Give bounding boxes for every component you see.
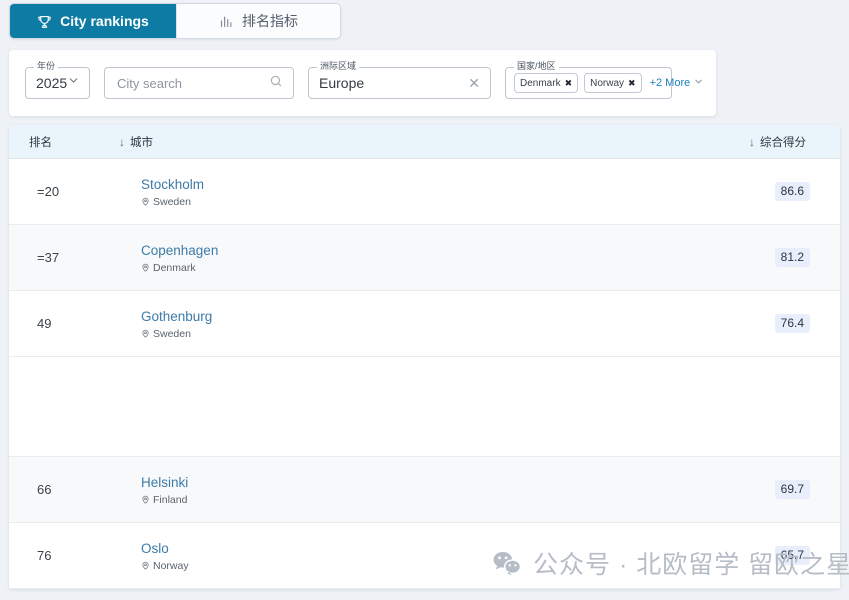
rankings-table: 排名 ↓ 城市 ↓ 综合得分 =20 Stockholm Sweden 86.6… [9, 125, 840, 589]
country-chip-norway[interactable]: Norway ✖ [584, 73, 642, 93]
cell-score: 69.7 [705, 480, 840, 499]
sort-descending-icon: ↓ [119, 134, 125, 149]
city-country: Finland [141, 494, 705, 506]
year-select[interactable]: 年份 2025 [25, 61, 90, 99]
tab-city-rankings[interactable]: City rankings [10, 4, 176, 38]
cell-city: Copenhagen Denmark [119, 242, 705, 274]
city-link[interactable]: Stockholm [141, 176, 705, 194]
table-row[interactable]: =20 Stockholm Sweden 86.6 [9, 159, 840, 225]
location-pin-icon [141, 263, 150, 272]
filter-bar: 年份 2025 洲际区域 Europe ✕ 国家/地区 Denmark ✖ No… [9, 50, 716, 116]
location-pin-icon [141, 329, 150, 338]
close-icon[interactable]: ✕ [468, 76, 480, 90]
bar-chart-icon [219, 14, 234, 29]
city-link[interactable]: Copenhagen [141, 242, 705, 260]
city-country: Sweden [141, 196, 705, 208]
remove-icon[interactable]: ✖ [628, 78, 636, 89]
cell-rank: =37 [37, 250, 60, 265]
city-country: Sweden [141, 328, 705, 340]
location-pin-icon [141, 495, 150, 504]
region-select-legend: 洲际区域 [317, 61, 360, 71]
cell-rank: 66 [37, 482, 52, 497]
column-header-score-label: 综合得分 [760, 136, 806, 149]
cell-score: 65.7 [705, 546, 840, 565]
year-select-legend: 年份 [34, 61, 59, 71]
country-more-label: +2 More [649, 77, 691, 89]
tab-ranking-indicators-label: 排名指标 [242, 13, 298, 29]
country-label: Sweden [153, 195, 191, 208]
year-select-value: 2025 [36, 75, 68, 91]
chevron-down-icon [693, 76, 704, 90]
country-select[interactable]: 国家/地区 Denmark ✖ Norway ✖ +2 More [505, 61, 702, 99]
cell-rank: 76 [37, 548, 52, 563]
country-chip-norway-label: Norway [590, 77, 625, 89]
score-badge: 81.2 [774, 248, 810, 267]
country-chip-denmark-label: Denmark [520, 77, 561, 89]
cell-rank: 49 [37, 316, 52, 331]
city-link[interactable]: Oslo [141, 540, 705, 558]
table-row-empty [9, 357, 840, 457]
table-row[interactable]: =37 Copenhagen Denmark 81.2 [9, 225, 840, 291]
column-header-city[interactable]: ↓ 城市 [119, 134, 705, 150]
country-label: Norway [153, 559, 189, 572]
tab-city-rankings-label: City rankings [60, 13, 149, 29]
country-chip-denmark[interactable]: Denmark ✖ [514, 73, 579, 93]
city-search-input[interactable] [115, 74, 269, 92]
table-row[interactable]: 66 Helsinki Finland 69.7 [9, 457, 840, 523]
column-header-city-label: 城市 [130, 136, 153, 149]
remove-icon[interactable]: ✖ [565, 78, 573, 89]
chevron-down-icon [67, 74, 80, 92]
score-badge: 76.4 [774, 314, 810, 333]
score-badge: 65.7 [774, 546, 810, 565]
tab-ranking-indicators[interactable]: 排名指标 [176, 4, 340, 38]
city-link[interactable]: Helsinki [141, 474, 705, 492]
view-tabs: City rankings 排名指标 [9, 3, 341, 39]
country-label: Sweden [153, 327, 191, 340]
cell-rank: =20 [37, 184, 60, 199]
city-country: Norway [141, 560, 705, 572]
country-select-legend: 国家/地区 [514, 61, 559, 71]
cell-city: Stockholm Sweden [119, 176, 705, 208]
cell-city: Gothenburg Sweden [119, 308, 705, 340]
location-pin-icon [141, 561, 150, 570]
country-label: Denmark [153, 261, 196, 274]
table-row[interactable]: 49 Gothenburg Sweden 76.4 [9, 291, 840, 357]
city-search-field[interactable] [104, 67, 294, 99]
cell-score: 81.2 [705, 248, 840, 267]
table-row[interactable]: 76 Oslo Norway 65.7 [9, 523, 840, 589]
cell-score: 86.6 [705, 182, 840, 201]
table-header-row: 排名 ↓ 城市 ↓ 综合得分 [9, 125, 840, 159]
column-header-rank-label: 排名 [29, 136, 52, 149]
cell-city: Oslo Norway [119, 540, 705, 572]
search-icon [269, 74, 283, 93]
trophy-icon [37, 14, 52, 29]
score-badge: 86.6 [774, 182, 810, 201]
city-country: Denmark [141, 262, 705, 274]
location-pin-icon [141, 197, 150, 206]
region-select[interactable]: 洲际区域 Europe ✕ [308, 61, 491, 99]
cell-city: Helsinki Finland [119, 474, 705, 506]
region-select-value: Europe [319, 75, 365, 91]
column-header-rank[interactable]: 排名 [9, 134, 119, 150]
cell-score: 76.4 [705, 314, 840, 333]
score-badge: 69.7 [774, 480, 810, 499]
country-more-button[interactable]: +2 More [650, 76, 705, 90]
column-header-score[interactable]: ↓ 综合得分 [705, 134, 840, 150]
country-label: Finland [153, 493, 188, 506]
city-link[interactable]: Gothenburg [141, 308, 705, 326]
sort-descending-icon: ↓ [749, 134, 755, 149]
